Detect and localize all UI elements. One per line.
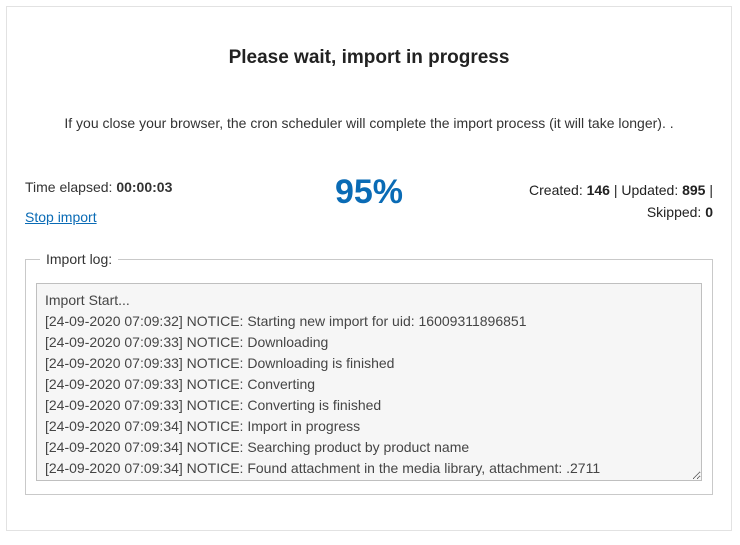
progress-percent: 95% [309, 175, 429, 209]
import-log-textarea[interactable] [36, 283, 702, 481]
page-title: Please wait, import in progress [25, 47, 713, 69]
updated-label: Updated: [621, 182, 682, 198]
sep2: | [705, 182, 713, 198]
stop-import-link[interactable]: Stop import [25, 209, 97, 225]
import-progress-panel: Please wait, import in progress If you c… [6, 6, 732, 531]
subtitle: If you close your browser, the cron sche… [25, 115, 713, 131]
time-elapsed-value: 00:00:03 [116, 179, 172, 195]
sep1: | [610, 182, 621, 198]
stats-column: Created: 146 | Updated: 895 | Skipped: 0 [483, 179, 713, 224]
left-column: Time elapsed: 00:00:03 Stop import [25, 179, 255, 225]
import-log-fieldset: Import log: [25, 251, 713, 495]
import-log-legend: Import log: [40, 251, 118, 267]
created-value: 146 [587, 182, 610, 198]
time-elapsed: Time elapsed: 00:00:03 [25, 179, 255, 195]
time-elapsed-label: Time elapsed: [25, 179, 116, 195]
status-row: Time elapsed: 00:00:03 Stop import 95% C… [25, 179, 713, 225]
created-label: Created: [529, 182, 587, 198]
skipped-value: 0 [705, 204, 713, 220]
skipped-label: Skipped: [647, 204, 705, 220]
updated-value: 895 [682, 182, 705, 198]
